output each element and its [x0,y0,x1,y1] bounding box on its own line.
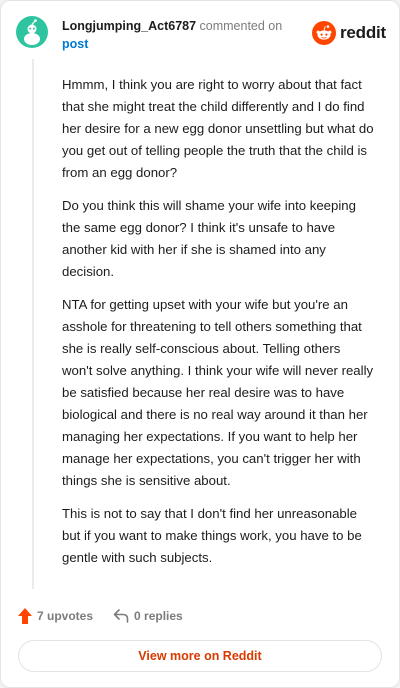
comment-paragraph: NTA for getting upset with your wife but… [62,297,374,488]
comment-paragraph: Do you think this will shame your wife i… [62,198,356,279]
upvote-arrow-icon [18,608,32,624]
comment-embed-card: Longjumping_Act6787 commented on post re… [0,0,400,688]
comment-paragraph: Hmmm, I think you are right to worry abo… [62,77,374,180]
comment-header: Longjumping_Act6787 commented on [62,18,282,35]
reply-arrow-icon [113,609,129,623]
brand-wordmark: reddit [340,23,387,42]
reddit-brand[interactable]: reddit [312,21,386,45]
post-link[interactable]: post [62,36,88,53]
comment-actions: 7 upvotes 0 replies [18,605,183,627]
snoo-avatar-icon [16,16,48,48]
view-more-button[interactable]: View more on Reddit [18,640,382,672]
avatar[interactable] [16,16,48,48]
comment-body: Hmmm, I think you are right to worry abo… [62,74,374,580]
comment-paragraph: This is not to say that I don't find her… [62,506,362,565]
action-text: commented on [199,19,283,33]
thread-line [32,59,34,589]
author-name[interactable]: Longjumping_Act6787 [62,19,196,33]
upvote-button[interactable]: 7 upvotes [18,608,93,624]
reply-count: 0 replies [134,609,183,623]
replies-button[interactable]: 0 replies [113,609,183,623]
reddit-logo-icon [312,21,336,45]
upvote-count: 7 upvotes [37,609,94,623]
